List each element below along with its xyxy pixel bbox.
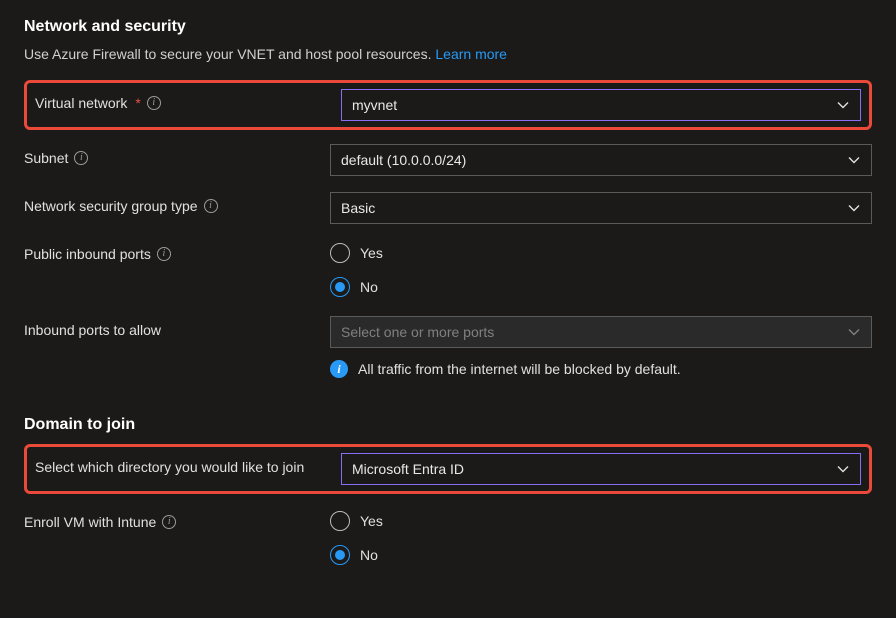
intune-radio-no[interactable]: No bbox=[330, 542, 872, 568]
ports-label-text: Inbound ports to allow bbox=[24, 322, 161, 338]
radio-label: Yes bbox=[360, 513, 383, 529]
subnet-select[interactable]: default (10.0.0.0/24) bbox=[330, 144, 872, 176]
nsg-select[interactable]: Basic bbox=[330, 192, 872, 224]
directory-label: Select which directory you would like to… bbox=[35, 453, 341, 475]
chevron-down-icon bbox=[836, 98, 850, 112]
radio-icon bbox=[330, 545, 350, 565]
inbound-label-text: Public inbound ports bbox=[24, 246, 151, 262]
section-title-domain: Domain to join bbox=[24, 416, 872, 434]
vnet-label: Virtual network * i bbox=[35, 89, 341, 111]
inbound-label: Public inbound ports i bbox=[24, 240, 330, 262]
required-asterisk: * bbox=[135, 95, 140, 111]
chevron-down-icon bbox=[847, 201, 861, 215]
section-title-network: Network and security bbox=[24, 18, 872, 36]
learn-more-link[interactable]: Learn more bbox=[435, 46, 507, 62]
intune-radio-yes[interactable]: Yes bbox=[330, 508, 872, 534]
chevron-down-icon bbox=[847, 325, 861, 339]
radio-label: Yes bbox=[360, 245, 383, 261]
highlight-vnet: Virtual network * i myvnet bbox=[24, 80, 872, 130]
ports-info-text: All traffic from the internet will be bl… bbox=[358, 361, 681, 377]
ports-label: Inbound ports to allow bbox=[24, 316, 330, 338]
directory-select[interactable]: Microsoft Entra ID bbox=[341, 453, 861, 485]
subnet-select-value: default (10.0.0.0/24) bbox=[341, 152, 466, 168]
radio-label: No bbox=[360, 547, 378, 563]
network-desc-text: Use Azure Firewall to secure your VNET a… bbox=[24, 46, 435, 62]
nsg-select-value: Basic bbox=[341, 200, 375, 216]
subnet-label-text: Subnet bbox=[24, 150, 68, 166]
radio-label: No bbox=[360, 279, 378, 295]
info-icon[interactable]: i bbox=[204, 199, 218, 213]
radio-icon bbox=[330, 243, 350, 263]
nsg-label: Network security group type i bbox=[24, 192, 330, 214]
chevron-down-icon bbox=[847, 153, 861, 167]
ports-info-line: i All traffic from the internet will be … bbox=[330, 360, 872, 378]
network-description: Use Azure Firewall to secure your VNET a… bbox=[24, 46, 872, 62]
info-icon[interactable]: i bbox=[157, 247, 171, 261]
ports-placeholder: Select one or more ports bbox=[341, 324, 494, 340]
intune-label: Enroll VM with Intune i bbox=[24, 508, 330, 530]
nsg-label-text: Network security group type bbox=[24, 198, 198, 214]
directory-select-value: Microsoft Entra ID bbox=[352, 461, 464, 477]
info-icon[interactable]: i bbox=[147, 96, 161, 110]
highlight-directory: Select which directory you would like to… bbox=[24, 444, 872, 494]
directory-label-text: Select which directory you would like to… bbox=[35, 459, 304, 475]
inbound-radio-yes[interactable]: Yes bbox=[330, 240, 872, 266]
radio-icon bbox=[330, 511, 350, 531]
vnet-label-text: Virtual network bbox=[35, 95, 127, 111]
vnet-select-value: myvnet bbox=[352, 97, 397, 113]
chevron-down-icon bbox=[836, 462, 850, 476]
subnet-label: Subnet i bbox=[24, 144, 330, 166]
inbound-radio-no[interactable]: No bbox=[330, 274, 872, 300]
info-badge-icon: i bbox=[330, 360, 348, 378]
vnet-select[interactable]: myvnet bbox=[341, 89, 861, 121]
ports-select: Select one or more ports bbox=[330, 316, 872, 348]
info-icon[interactable]: i bbox=[74, 151, 88, 165]
radio-icon bbox=[330, 277, 350, 297]
intune-label-text: Enroll VM with Intune bbox=[24, 514, 156, 530]
info-icon[interactable]: i bbox=[162, 515, 176, 529]
